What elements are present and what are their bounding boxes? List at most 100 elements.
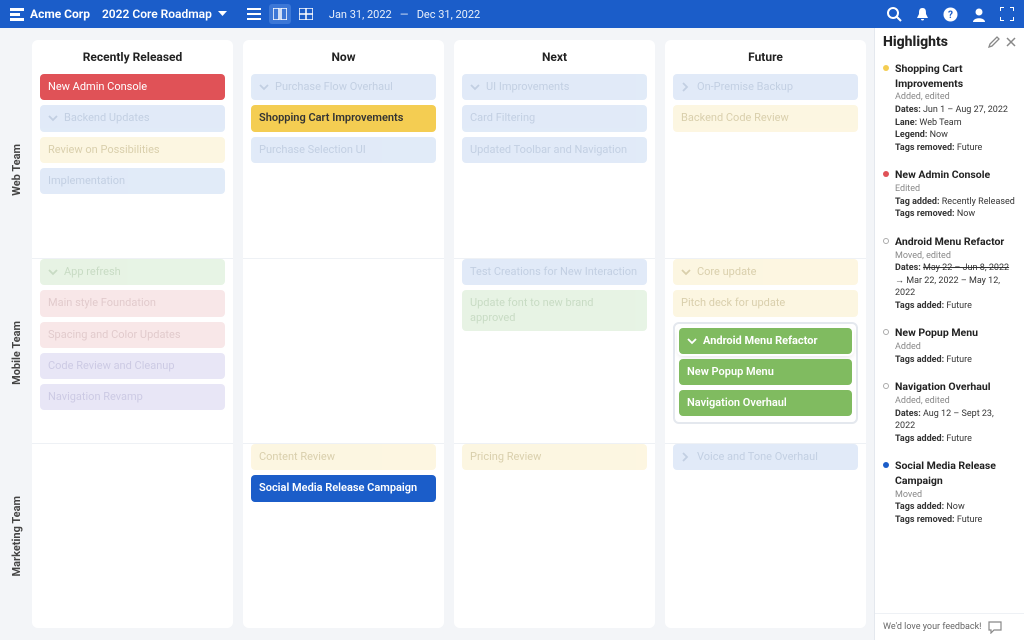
status-dot: [883, 238, 889, 244]
brand-icon: [10, 7, 24, 21]
column-header: Now: [243, 40, 444, 74]
roadmap-card[interactable]: Content Review: [251, 444, 436, 470]
lane-section: Content Review Social Media Release Campa…: [243, 443, 444, 628]
highlight-title: Navigation Overhaul: [895, 380, 1016, 395]
card-label: Android Menu Refactor: [703, 334, 817, 348]
chevron-down-icon: [48, 268, 58, 276]
lane-section: Test Creations for New Interaction Update…: [454, 258, 655, 443]
lane-label-web: Web Team: [0, 78, 32, 261]
highlight-row: Dates: May 22 – Jun 8, 2022 → Mar 22, 20…: [895, 262, 1016, 300]
roadmap-card[interactable]: Android Menu Refactor: [679, 328, 852, 354]
roadmap-card[interactable]: Backend Code Review: [673, 105, 858, 131]
roadmap-card[interactable]: Purchase Selection UI: [251, 137, 436, 163]
brand-name: Acme Corp: [30, 7, 90, 21]
card-label: Updated Toolbar and Navigation: [470, 143, 627, 157]
card-label: Purchase Selection UI: [259, 143, 366, 157]
card-label: Implementation: [48, 174, 125, 188]
highlight-meta: Added, edited: [895, 91, 1016, 104]
view-mode-switch: [243, 4, 317, 24]
roadmap-card[interactable]: Code Review and Cleanup: [40, 353, 225, 379]
board: Web Team Mobile Team Marketing Team Rece…: [0, 28, 874, 640]
card-label: Backend Code Review: [681, 111, 789, 125]
highlight-item[interactable]: Navigation Overhaul Added, edited Dates:…: [883, 374, 1016, 453]
roadmap-card[interactable]: Core update: [673, 259, 858, 285]
user-icon[interactable]: [972, 7, 986, 22]
roadmap-card[interactable]: New Popup Menu: [679, 359, 852, 385]
panel-body: Shopping Cart Improvements Added, edited…: [875, 56, 1024, 613]
highlight-row: Legend: Now: [895, 129, 1016, 142]
help-icon[interactable]: ?: [943, 7, 958, 22]
topbar: Acme Corp 2022 Core Roadmap Jan 31, 2022…: [0, 0, 1024, 28]
view-mode-table[interactable]: [295, 4, 317, 24]
highlight-item[interactable]: Android Menu Refactor Moved, edited Date…: [883, 229, 1016, 321]
roadmap-card[interactable]: Test Creations for New Interaction: [462, 259, 647, 285]
roadmap-card[interactable]: Voice and Tone Overhaul: [673, 444, 858, 470]
card-label: Card Filtering: [470, 111, 535, 125]
brand[interactable]: Acme Corp: [10, 7, 90, 21]
card-label: Navigation Revamp: [48, 390, 143, 404]
highlight-row: Tags added: Future: [895, 433, 1016, 446]
view-mode-list[interactable]: [243, 4, 265, 24]
card-label: New Admin Console: [48, 80, 147, 94]
lane-section: Core update Pitch deck for update Android …: [665, 258, 866, 443]
panel-header: Highlights: [875, 28, 1024, 56]
column-header: Next: [454, 40, 655, 74]
highlight-item[interactable]: Shopping Cart Improvements Added, edited…: [883, 56, 1016, 162]
roadmap-card[interactable]: Card Filtering: [462, 105, 647, 131]
highlight-meta: Moved, edited: [895, 250, 1016, 263]
roadmap-card[interactable]: Backend Updates: [40, 105, 225, 131]
feedback-text: We'd love your feedback!: [883, 622, 982, 632]
roadmap-card[interactable]: Pitch deck for update: [673, 290, 858, 316]
lane-section: Purchase Flow Overhaul Shopping Cart Impr…: [243, 74, 444, 258]
project-selector[interactable]: 2022 Core Roadmap: [102, 7, 227, 21]
roadmap-card[interactable]: Implementation: [40, 168, 225, 194]
card-label: Update font to new brand approved: [470, 296, 639, 325]
status-dot: [883, 329, 889, 335]
panel-footer[interactable]: We'd love your feedback!: [875, 613, 1024, 640]
search-icon[interactable]: [887, 7, 902, 22]
highlight-title: Shopping Cart Improvements: [895, 62, 1016, 91]
roadmap-card[interactable]: Pricing Review: [462, 444, 647, 470]
view-mode-board[interactable]: [269, 4, 291, 24]
fullscreen-icon[interactable]: [1000, 7, 1014, 21]
project-name: 2022 Core Roadmap: [102, 7, 212, 21]
date-range[interactable]: Jan 31, 2022 — Dec 31, 2022: [329, 8, 480, 21]
column-header: Future: [665, 40, 866, 74]
chevron-right-icon: [681, 82, 691, 92]
card-label: Pricing Review: [470, 450, 541, 464]
roadmap-card[interactable]: Review on Possibilities: [40, 137, 225, 163]
lane-label-mobile: Mobile Team: [0, 261, 32, 444]
highlight-row: Dates: Jun 1 – Aug 27, 2022: [895, 104, 1016, 117]
roadmap-card[interactable]: Purchase Flow Overhaul: [251, 74, 436, 100]
close-icon[interactable]: [1006, 37, 1016, 47]
lane-section: [243, 258, 444, 443]
card-label: App refresh: [64, 265, 121, 279]
edit-icon[interactable]: [988, 36, 1000, 48]
lane-section: UI Improvements Card Filtering Updated Too…: [454, 74, 655, 258]
topbar-actions: ?: [887, 7, 1014, 22]
roadmap-card[interactable]: Spacing and Color Updates: [40, 322, 225, 348]
roadmap-card[interactable]: On-Premise Backup: [673, 74, 858, 100]
highlight-item[interactable]: New Popup Menu Added Tags added: Future: [883, 320, 1016, 374]
roadmap-card[interactable]: Update font to new brand approved: [462, 290, 647, 331]
card-label: Review on Possibilities: [48, 143, 160, 157]
roadmap-card[interactable]: Updated Toolbar and Navigation: [462, 137, 647, 163]
roadmap-card[interactable]: Navigation Revamp: [40, 384, 225, 410]
roadmap-card[interactable]: Social Media Release Campaign: [251, 475, 436, 501]
svg-text:?: ?: [948, 10, 953, 21]
roadmap-card[interactable]: New Admin Console: [40, 74, 225, 100]
column: NextUI Improvements Card Filtering Updated…: [454, 40, 655, 628]
date-sep: —: [400, 8, 409, 21]
card-label: Core update: [697, 265, 756, 279]
roadmap-card[interactable]: Shopping Cart Improvements: [251, 105, 436, 131]
roadmap-card[interactable]: App refresh: [40, 259, 225, 285]
highlight-item[interactable]: New Admin Console Edited Tag added: Rece…: [883, 162, 1016, 228]
highlight-meta: Moved: [895, 489, 1016, 502]
roadmap-card[interactable]: Main style Foundation: [40, 290, 225, 316]
bell-icon[interactable]: [916, 7, 929, 22]
highlight-item[interactable]: Social Media Release Campaign Moved Tags…: [883, 453, 1016, 534]
roadmap-card[interactable]: UI Improvements: [462, 74, 647, 100]
roadmap-card[interactable]: Navigation Overhaul: [679, 390, 852, 416]
panel-title: Highlights: [883, 34, 982, 50]
lane-section: App refresh Main style Foundation Spacing …: [32, 258, 233, 443]
